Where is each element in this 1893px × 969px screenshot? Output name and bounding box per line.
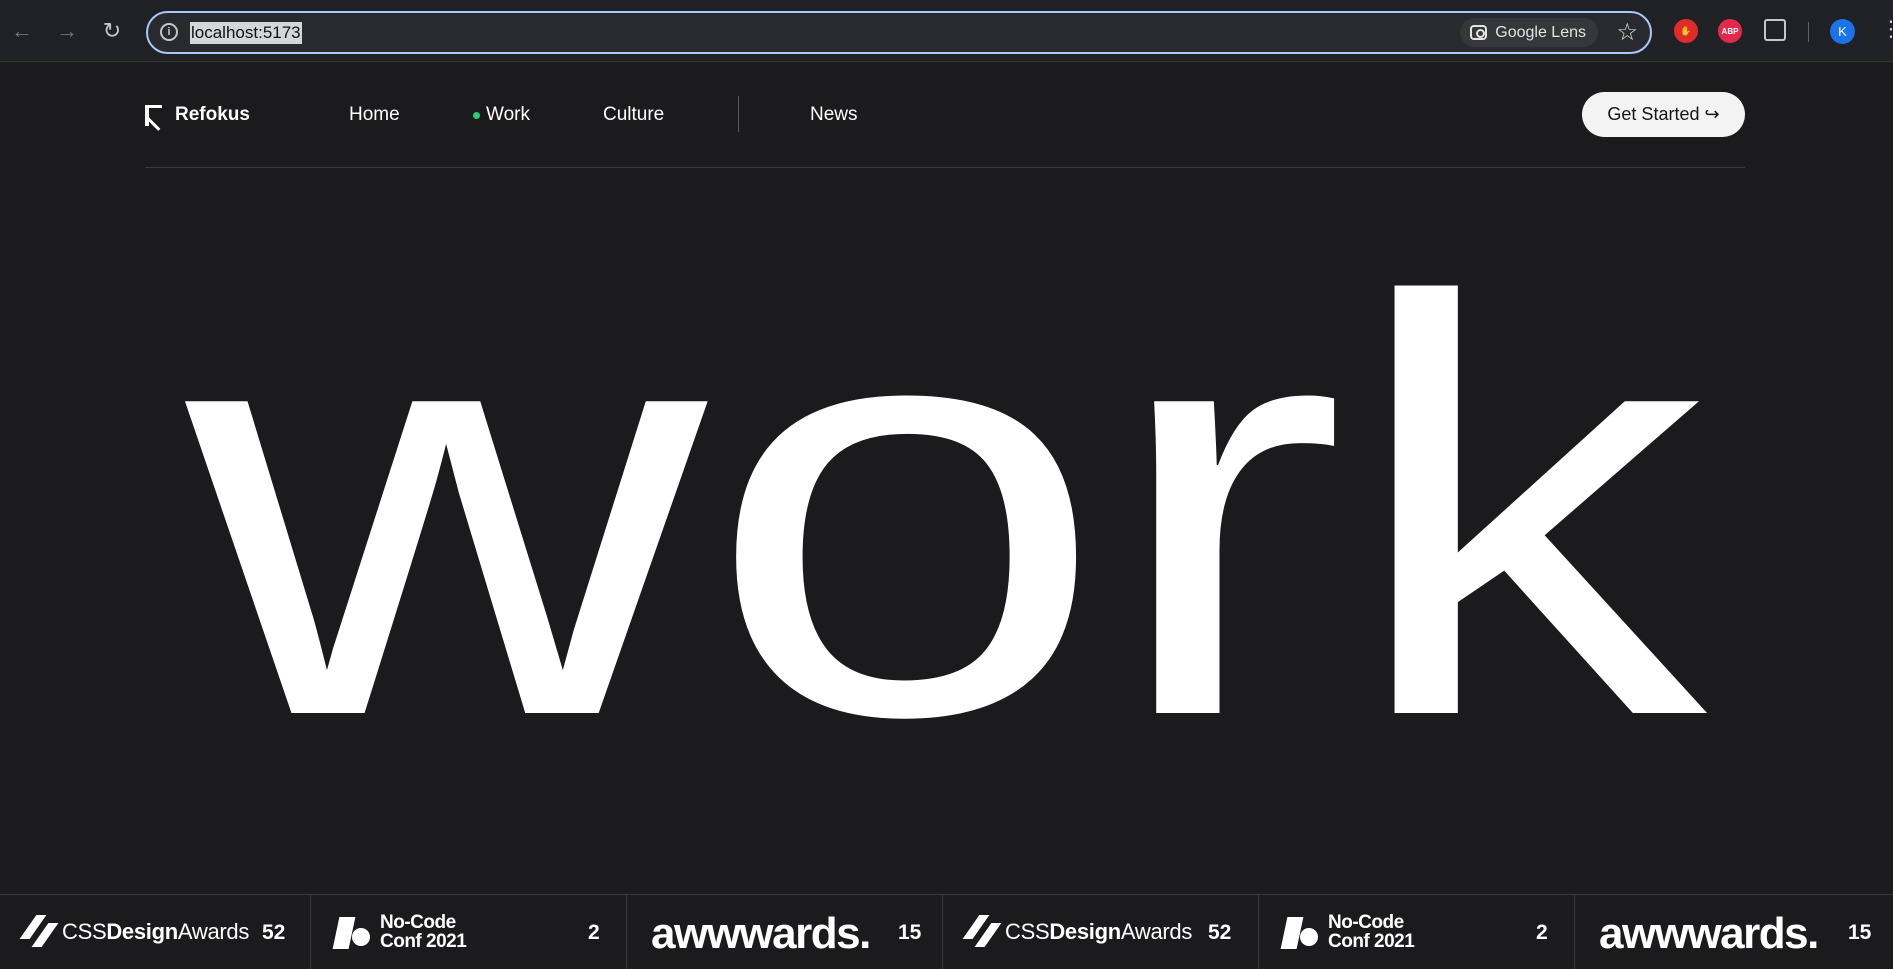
google-lens-icon — [1470, 25, 1488, 40]
cssdesignawards-icon — [962, 915, 1002, 949]
awwwards-logo: awwwards. — [651, 909, 871, 958]
brand-logo[interactable]: Refokus — [145, 104, 250, 131]
reload-icon[interactable]: ↻ — [97, 16, 127, 46]
extensions-puzzle-icon[interactable] — [1764, 19, 1786, 41]
hero-heading: work — [0, 170, 1893, 730]
award-cssdesignawards: CSSDesignAwards 52 — [0, 895, 311, 969]
google-lens-button[interactable]: Google Lens — [1460, 18, 1598, 47]
nav-link-work[interactable]: Work — [473, 104, 530, 126]
active-indicator-dot — [473, 111, 480, 119]
browser-toolbar: ← → ↻ i localhost:5173 Google Lens ☆ ✋ A… — [0, 0, 1893, 62]
award-count: 52 — [1208, 921, 1232, 944]
cssdesignawards-logo: CSSDesignAwards — [962, 915, 1192, 949]
forward-icon[interactable]: → — [52, 16, 82, 46]
hero-word: work — [175, 180, 1717, 730]
award-awwwards: awwwards. 15 — [627, 895, 943, 969]
nav-link-work-label: Work — [486, 104, 530, 125]
url-text[interactable]: localhost:5173 — [190, 22, 302, 44]
award-count: 2 — [588, 921, 600, 944]
award-nocode-conf: No-Code Conf 2021 2 — [311, 895, 627, 969]
award-count: 52 — [262, 921, 286, 944]
cssdesignawards-icon — [19, 915, 59, 949]
awwwards-logo: awwwards. — [1599, 909, 1819, 958]
refokus-logo-icon — [145, 104, 162, 131]
nav-link-home[interactable]: Home — [349, 104, 400, 126]
nocode-conf-logo: No-Code Conf 2021 — [1280, 913, 1415, 951]
award-count: 2 — [1536, 921, 1548, 944]
nocode-conf-logo: No-Code Conf 2021 — [332, 913, 467, 951]
get-started-button[interactable]: Get Started ↪ — [1582, 92, 1745, 137]
awards-ticker: CSSDesignAwards 52 No-Code Conf 2021 2 aw… — [0, 894, 1893, 969]
brand-name: Refokus — [175, 104, 250, 125]
award-count: 15 — [898, 921, 922, 944]
extension-stop-icon[interactable]: ✋ — [1674, 19, 1698, 43]
address-bar[interactable]: i localhost:5173 Google Lens ☆ — [146, 11, 1652, 54]
hero-word-svg: work — [175, 180, 1717, 730]
award-cssdesignawards: CSSDesignAwards 52 — [943, 895, 1259, 969]
header-divider — [145, 167, 1745, 168]
menu-kebab-icon[interactable]: ⋮ — [1880, 16, 1892, 42]
award-nocode-conf: No-Code Conf 2021 2 — [1259, 895, 1575, 969]
google-lens-label: Google Lens — [1495, 23, 1586, 41]
nav-divider — [738, 96, 739, 132]
site-header: Refokus Home Work Culture News Get Start… — [0, 62, 1893, 168]
adblock-plus-icon[interactable]: ABP — [1718, 19, 1742, 43]
nav-link-culture[interactable]: Culture — [603, 104, 664, 126]
cssdesignawards-logo: CSSDesignAwards — [19, 915, 249, 949]
nav-link-news[interactable]: News — [810, 104, 858, 126]
award-awwwards: awwwards. 15 — [1575, 895, 1893, 969]
profile-avatar[interactable]: K — [1830, 19, 1855, 44]
toolbar-divider — [1808, 22, 1809, 42]
site-info-icon[interactable]: i — [160, 23, 178, 41]
nocode-conf-icon — [332, 915, 370, 949]
nocode-conf-icon — [1280, 915, 1318, 949]
award-count: 15 — [1848, 921, 1872, 944]
star-icon[interactable]: ☆ — [1616, 18, 1638, 47]
back-icon[interactable]: ← — [7, 16, 37, 46]
